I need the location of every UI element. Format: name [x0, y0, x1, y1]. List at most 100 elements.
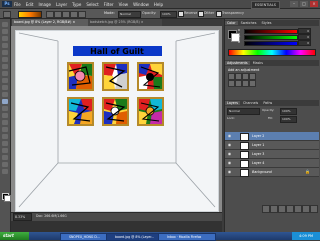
gradient-tool-icon[interactable] — [2, 99, 8, 104]
layer-name: Layer 1 — [252, 143, 265, 147]
new-layer-icon[interactable] — [302, 205, 310, 213]
tab-styles[interactable]: Styles — [260, 21, 274, 25]
start-button[interactable]: start — [0, 232, 29, 240]
document-tab-badsketch[interactable]: badsketch.jpg @ 25% (RGB/8) × — [88, 19, 162, 26]
eraser-tool-icon[interactable] — [2, 92, 8, 97]
eyedropper-tool-icon[interactable] — [2, 57, 8, 62]
path-selection-tool-icon[interactable] — [2, 134, 8, 139]
document-tab-board[interactable]: board.jpg @ 8% (Layer 2, RGB/8#) × — [12, 19, 91, 26]
curves-icon[interactable] — [242, 73, 249, 80]
tab-masks[interactable]: Masks — [251, 61, 265, 65]
tab-layers[interactable]: Layers — [225, 101, 240, 105]
menu-layer[interactable]: Layer — [56, 2, 67, 7]
menu-file[interactable]: File — [14, 2, 21, 7]
menu-image[interactable]: Image — [38, 2, 51, 7]
layer-name: Layer 3 — [252, 152, 265, 156]
opacity-input[interactable]: 100% — [160, 11, 177, 18]
menu-view[interactable]: View — [119, 2, 129, 7]
color-balance-icon[interactable] — [242, 80, 249, 87]
menu-filter[interactable]: Filter — [104, 2, 114, 7]
artwork-frame-2 — [102, 62, 129, 91]
angle-gradient-button[interactable] — [62, 11, 70, 18]
layer-opacity-input[interactable]: 100% — [280, 108, 297, 115]
adjustment-layer-icon[interactable] — [286, 205, 294, 213]
clone-stamp-tool-icon[interactable] — [2, 78, 8, 83]
artwork-frame-1 — [67, 62, 94, 91]
3d-rotate-tool-icon[interactable] — [2, 148, 8, 153]
marquee-tool-icon[interactable] — [2, 29, 8, 34]
pen-tool-icon[interactable] — [2, 120, 8, 125]
vibrance-icon[interactable] — [228, 80, 235, 87]
quick-select-tool-icon[interactable] — [2, 43, 8, 48]
crop-tool-icon[interactable] — [2, 50, 8, 55]
gradient-picker[interactable] — [18, 11, 42, 18]
layer-name: Layer 4 — [252, 161, 265, 165]
g-slider[interactable] — [244, 35, 298, 40]
background-color-swatch[interactable] — [4, 195, 11, 202]
eye-icon[interactable]: ◉ — [227, 169, 232, 174]
lock-icon: 🔒 — [305, 169, 310, 174]
workspace-switcher[interactable]: ESSENTIALS — [250, 1, 280, 9]
system-clock[interactable]: 4:09 PM — [292, 232, 320, 240]
blur-tool-icon[interactable] — [2, 106, 8, 111]
hue-saturation-icon[interactable] — [235, 80, 242, 87]
hand-tool-icon[interactable] — [2, 162, 8, 167]
history-brush-tool-icon[interactable] — [2, 85, 8, 90]
tool-preset-picker[interactable] — [3, 11, 11, 18]
radial-gradient-button[interactable] — [54, 11, 62, 18]
artwork-frame-5 — [102, 97, 129, 126]
photoshop-logo: Ps — [2, 1, 12, 7]
levels-icon[interactable] — [235, 73, 242, 80]
artwork-frame-6 — [137, 97, 164, 126]
eye-icon[interactable]: ◉ — [227, 142, 232, 147]
tab-swatches[interactable]: Swatches — [239, 21, 259, 25]
zoom-level-input[interactable]: 8.33% — [13, 213, 32, 221]
menu-edit[interactable]: Edit — [26, 2, 34, 7]
new-group-icon[interactable] — [294, 205, 302, 213]
shape-tool-icon[interactable] — [2, 141, 8, 146]
layer-fill-input[interactable]: 100% — [280, 116, 297, 123]
menu-type[interactable]: Type — [72, 2, 81, 7]
mode-select[interactable]: Normal — [118, 11, 141, 18]
lock-label: Lock: — [227, 116, 235, 120]
color-spectrum-bar[interactable] — [228, 49, 316, 56]
healing-brush-tool-icon[interactable] — [2, 64, 8, 69]
black-white-icon[interactable] — [249, 80, 256, 87]
r-slider[interactable] — [244, 29, 298, 34]
3d-orbit-tool-icon[interactable] — [2, 155, 8, 160]
menu-help[interactable]: Help — [154, 2, 163, 7]
diamond-gradient-button[interactable] — [78, 11, 86, 18]
eye-icon[interactable]: ◉ — [227, 151, 232, 156]
trash-icon[interactable] — [310, 205, 318, 213]
lasso-tool-icon[interactable] — [2, 36, 8, 41]
layer-style-icon[interactable] — [270, 205, 278, 213]
link-layers-icon[interactable] — [262, 205, 270, 213]
move-tool-icon[interactable] — [2, 22, 8, 27]
tab-adjustments[interactable]: Adjustments — [225, 61, 250, 65]
transparency-label: Transparency — [222, 11, 244, 15]
menu-select[interactable]: Select — [86, 2, 98, 7]
b-value[interactable]: 0 — [298, 40, 311, 46]
blend-mode-select[interactable]: Normal — [227, 108, 260, 115]
reflected-gradient-button[interactable] — [70, 11, 78, 18]
close-button[interactable]: × — [310, 1, 318, 7]
linear-gradient-button[interactable] — [46, 11, 54, 18]
tab-paths[interactable]: Paths — [261, 101, 274, 105]
add-mask-icon[interactable] — [278, 205, 286, 213]
brush-tool-icon[interactable] — [2, 71, 8, 76]
layers-panel-header: Layers Channels Paths — [225, 100, 319, 106]
maximize-button[interactable]: □ — [300, 1, 308, 7]
exposure-icon[interactable] — [249, 73, 256, 80]
document-canvas[interactable]: Hall of Guilt — [15, 30, 219, 212]
type-tool-icon[interactable] — [2, 127, 8, 132]
eye-icon[interactable]: ◉ — [227, 160, 232, 165]
dodge-tool-icon[interactable] — [2, 113, 8, 118]
eye-icon[interactable]: ◉ — [227, 133, 232, 138]
b-slider[interactable] — [244, 41, 298, 46]
menu-window[interactable]: Window — [133, 2, 149, 7]
minimize-button[interactable]: – — [290, 1, 298, 7]
zoom-tool-icon[interactable] — [2, 169, 8, 174]
tab-color[interactable]: Color — [225, 21, 238, 25]
brightness-icon[interactable] — [228, 73, 235, 80]
tab-channels[interactable]: Channels — [241, 101, 260, 105]
